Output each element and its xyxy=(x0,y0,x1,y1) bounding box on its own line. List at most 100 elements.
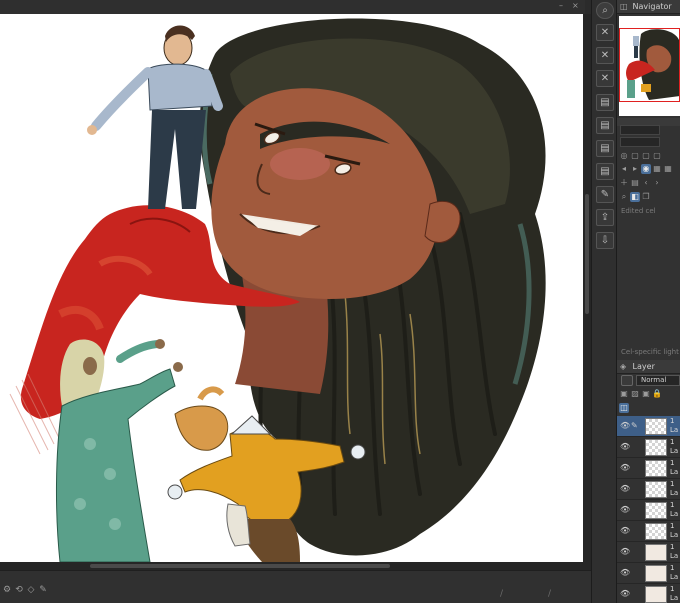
edit-icon[interactable]: ✎ xyxy=(596,186,614,203)
settings-icon[interactable]: ⚙ xyxy=(2,585,12,595)
eye-icon[interactable]: 👁 xyxy=(620,421,630,431)
layer-icon[interactable]: ▤ xyxy=(596,140,614,157)
scrollbar-thumb[interactable] xyxy=(90,564,390,568)
layer-active-icon[interactable]: ◉ xyxy=(641,164,651,174)
layer-label: La xyxy=(670,447,679,455)
zoom-icon[interactable]: ⌕ xyxy=(596,2,614,19)
prev-frame-icon[interactable]: ◂ xyxy=(619,164,629,174)
layer-row[interactable]: 👁 ✎ 1 La xyxy=(617,416,680,437)
layer-number: 1 xyxy=(670,438,675,446)
layer-name: 1 La xyxy=(670,585,678,603)
layer-icon[interactable]: ▤ xyxy=(596,117,614,134)
layer-name: 1 La xyxy=(670,522,678,540)
close-cel-icon[interactable]: ✕ xyxy=(596,47,614,64)
lock-icon[interactable]: ▣ xyxy=(619,389,629,399)
layer-thumbnail[interactable] xyxy=(645,544,667,561)
layer-thumbnail[interactable] xyxy=(645,439,667,456)
rotate-slider[interactable] xyxy=(620,137,660,147)
layer-panel-title: Layer xyxy=(632,362,655,371)
layer-number: 1 xyxy=(670,480,675,488)
layer-row[interactable]: 👁 1 La xyxy=(617,458,680,479)
close-cel-icon[interactable]: ✕ xyxy=(596,24,614,41)
eye-icon[interactable]: 👁 xyxy=(620,568,630,578)
layer-thumbnail[interactable] xyxy=(645,565,667,582)
layer-name: 1 La xyxy=(670,543,678,561)
layer-panel-header[interactable]: ◈ Layer xyxy=(617,360,680,374)
layer-thumbnail[interactable] xyxy=(645,460,667,477)
layer-active-icon[interactable]: ◫ xyxy=(619,403,629,413)
bottom-toolbar: ⚙ ⟲ ◇ ✎ / / xyxy=(0,570,591,603)
layer-thumbnail[interactable] xyxy=(645,418,667,435)
navigator-header[interactable]: ◫ Navigator xyxy=(617,0,680,14)
timeline-icon-row: ◎ ▢ ▢ ▢ xyxy=(619,151,662,161)
layer-label: La xyxy=(670,468,679,476)
canvas-title-strip: – × xyxy=(0,0,585,14)
layer-row[interactable]: 👁 1 La xyxy=(617,479,680,500)
eye-icon[interactable]: 👁 xyxy=(620,526,630,536)
layer-row[interactable]: 👁 1 La xyxy=(617,521,680,542)
add-icon[interactable]: ＋ xyxy=(619,178,629,188)
minimize-icon[interactable]: – xyxy=(559,2,567,10)
zoom-icon[interactable]: ⌕ xyxy=(619,192,629,202)
layer-number: 1 xyxy=(670,522,675,530)
close-icon[interactable]: × xyxy=(572,2,580,10)
eye-icon[interactable]: 👁 xyxy=(620,547,630,557)
back-icon[interactable]: ‹ xyxy=(641,178,651,188)
layer-row[interactable]: 👁 1 La xyxy=(617,500,680,521)
import-icon[interactable]: ⇩ xyxy=(596,232,614,249)
close-cel-icon[interactable]: ✕ xyxy=(596,70,614,87)
lock-icon[interactable]: ▣ xyxy=(641,389,651,399)
copy-icon[interactable]: ❐ xyxy=(641,192,651,202)
navigator-title: Navigator xyxy=(632,2,672,11)
layer-label: La xyxy=(670,594,679,602)
onion-skin-icon[interactable]: ◎ xyxy=(619,151,629,161)
eye-icon[interactable]: 👁 xyxy=(620,589,630,599)
lock-toggle[interactable] xyxy=(621,375,633,386)
layer-icon[interactable]: ▤ xyxy=(596,163,614,180)
zoom-slider[interactable] xyxy=(620,125,660,135)
drawing-canvas[interactable] xyxy=(0,14,583,562)
layer-row[interactable]: 👁 1 La xyxy=(617,542,680,563)
frame-icon[interactable]: ▦ xyxy=(652,164,662,174)
eye-icon[interactable]: 👁 xyxy=(620,505,630,515)
layer-thumbnail[interactable] xyxy=(645,481,667,498)
canvas-horizontal-scrollbar[interactable] xyxy=(0,562,591,570)
layer-icon[interactable]: ▤ xyxy=(596,94,614,111)
layer-name: 1 La xyxy=(670,564,678,582)
pen-icon[interactable]: ✎ xyxy=(38,585,48,595)
frame-icon[interactable]: ▦ xyxy=(663,164,673,174)
navigator-view-frame[interactable] xyxy=(619,28,680,102)
flip-icon[interactable]: ◇ xyxy=(26,585,36,595)
eye-icon[interactable]: 👁 xyxy=(620,442,630,452)
rotate-icon[interactable]: ⟲ xyxy=(14,585,24,595)
lock-icon[interactable]: 🔒 xyxy=(652,389,662,399)
timeline-icon-row: ＋ ▤ ‹ › xyxy=(619,178,662,188)
layer-tools-row: ◫ xyxy=(619,403,629,413)
blend-mode-select[interactable]: Normal xyxy=(636,375,680,386)
layer-active-icon[interactable]: ◧ xyxy=(630,192,640,202)
layer-thumbnail[interactable] xyxy=(645,586,667,603)
layer-name: 1 La xyxy=(670,417,678,435)
layer-row[interactable]: 👁 1 La xyxy=(617,584,680,603)
navigator-preview[interactable] xyxy=(619,16,680,116)
frame-icon[interactable]: ▢ xyxy=(652,151,662,161)
pen-icon: ✎ xyxy=(631,421,638,430)
layer-thumbnail[interactable] xyxy=(645,523,667,540)
canvas-vertical-scrollbar[interactable] xyxy=(583,14,591,562)
scrollbar-thumb[interactable] xyxy=(585,194,589,314)
layer-row[interactable]: 👁 1 La xyxy=(617,437,680,458)
layer-label: La xyxy=(670,552,679,560)
eye-icon[interactable]: 👁 xyxy=(620,463,630,473)
transparency-icon[interactable]: ▨ xyxy=(630,389,640,399)
frame-icon[interactable]: ▢ xyxy=(641,151,651,161)
eye-icon[interactable]: 👁 xyxy=(620,484,630,494)
export-icon[interactable]: ⇪ xyxy=(596,209,614,226)
frame-icon[interactable]: ▢ xyxy=(630,151,640,161)
forward-icon[interactable]: › xyxy=(652,178,662,188)
frame-icon[interactable]: ▤ xyxy=(630,178,640,188)
layer-name: 1 La xyxy=(670,438,678,456)
artwork xyxy=(9,18,546,562)
layer-row[interactable]: 👁 1 La xyxy=(617,563,680,584)
layer-thumbnail[interactable] xyxy=(645,502,667,519)
play-icon[interactable]: ▸ xyxy=(630,164,640,174)
